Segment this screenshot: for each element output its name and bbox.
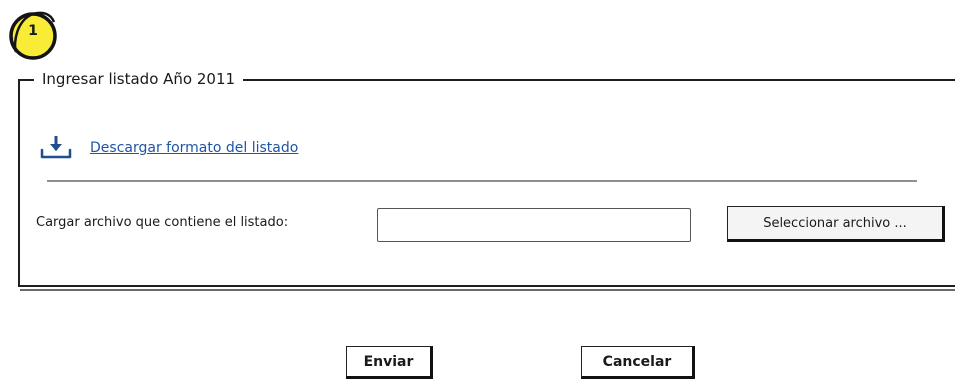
upload-file-label: Cargar archivo que contiene el listado: <box>36 215 289 230</box>
file-path-input[interactable] <box>377 208 691 242</box>
step-number: 1 <box>28 23 38 39</box>
upload-section <box>18 79 955 287</box>
cancel-button[interactable]: Cancelar <box>581 346 695 379</box>
section-legend: Ingresar listado Año 2011 <box>34 68 244 90</box>
download-format-link[interactable]: Descargar formato del listado <box>90 140 298 156</box>
section-divider <box>47 180 917 182</box>
download-format-row: Descargar formato del listado <box>38 136 298 160</box>
send-button[interactable]: Enviar <box>346 346 433 379</box>
section-shadow <box>20 289 955 291</box>
download-icon[interactable] <box>38 136 74 160</box>
select-file-button[interactable]: Seleccionar archivo ... <box>727 206 945 242</box>
step-badge: 1 <box>7 8 59 62</box>
